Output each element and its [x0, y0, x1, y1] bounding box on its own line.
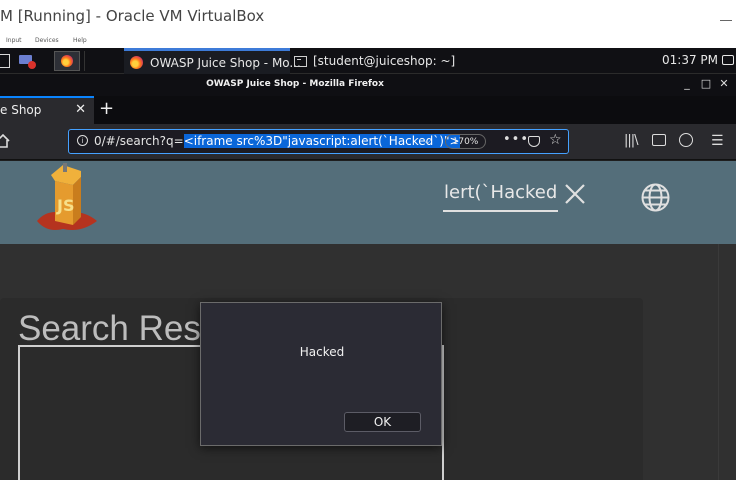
menu-help[interactable]: Help [73, 37, 87, 44]
search-query-text[interactable]: lert(`Hacked [444, 182, 557, 203]
url-bar[interactable]: i 0/#/search?q=<iframe src%3D"javascript… [68, 129, 569, 154]
firefox-titlebar: OWASP Juice Shop - Mozilla Firefox _ □ ✕ [0, 74, 736, 96]
vbox-window-title: M [Running] - Oracle VM VirtualBox [0, 7, 265, 25]
task-terminal[interactable]: [student@juiceshop: ~] [290, 48, 470, 74]
task-firefox-label: OWASP Juice Shop - Mo... [150, 55, 301, 70]
url-dropdown-icon[interactable]: ⌵ [423, 134, 431, 148]
language-globe-icon[interactable] [640, 182, 671, 213]
taskbar: OWASP Juice Shop - Mo... [student@juices… [0, 48, 736, 74]
account-icon[interactable] [679, 133, 693, 147]
firefox-window-title: OWASP Juice Shop - Mozilla Firefox [206, 79, 384, 89]
screen: M [Running] - Oracle VM VirtualBox Input… [0, 0, 736, 480]
firefox-launcher[interactable] [54, 51, 80, 71]
search-results-heading: Search Res [18, 309, 201, 348]
pocket-icon[interactable] [528, 136, 540, 147]
library-icon[interactable]: |||\ [624, 133, 638, 148]
search-underline [443, 210, 558, 212]
menu-input[interactable]: Input [6, 37, 22, 44]
alert-ok-button[interactable]: OK [344, 412, 421, 432]
sidebar-icon[interactable] [652, 134, 666, 146]
juice-shop-logo[interactable]: JS [33, 163, 101, 235]
menu-devices[interactable]: Devices [35, 37, 59, 44]
firefox-icon [130, 56, 143, 69]
svg-text:JS: JS [56, 196, 74, 215]
terminal-icon [294, 55, 307, 67]
window-minimize-button[interactable]: _ [680, 77, 694, 91]
taskbar-divider [84, 51, 85, 71]
tab-label: e Shop [0, 103, 42, 117]
url-prefix: 0/#/search?q= [94, 134, 184, 148]
menu-icon[interactable]: ☰ [711, 133, 724, 149]
url-input[interactable]: 0/#/search?q=<iframe src%3D"javascript:a… [94, 134, 460, 148]
window-close-button[interactable]: ✕ [717, 77, 731, 91]
site-info-icon[interactable]: i [77, 135, 88, 146]
vbox-titlebar: M [Running] - Oracle VM VirtualBox [0, 0, 736, 34]
tab-juice-shop[interactable]: e Shop ✕ [0, 96, 94, 124]
page-scrollbar[interactable] [718, 244, 736, 480]
alert-dialog: Hacked OK [200, 302, 442, 446]
alert-message: Hacked [299, 345, 345, 359]
screen-icon[interactable] [722, 55, 734, 65]
juice-shop-toolbar: JS lert(`Hacked [0, 161, 736, 244]
zoom-indicator[interactable]: 170% [445, 134, 486, 149]
url-selected-text: <iframe src%3D"javascript:alert(`Hacked`… [183, 134, 460, 148]
home-icon[interactable] [0, 133, 10, 148]
task-terminal-label: [student@juiceshop: ~] [313, 54, 456, 68]
tab-close-icon[interactable]: ✕ [75, 102, 86, 117]
show-desktop-icon[interactable] [0, 54, 10, 68]
tab-strip: e Shop ✕ + [0, 96, 736, 124]
search-close-icon[interactable] [562, 181, 588, 207]
firefox-icon [61, 55, 73, 67]
bookmark-star-icon[interactable]: ☆ [549, 132, 562, 148]
display-settings-icon[interactable] [17, 51, 37, 71]
new-tab-button[interactable]: + [99, 98, 114, 119]
window-maximize-button[interactable]: □ [699, 77, 713, 91]
vbox-menubar: Input Devices Help [0, 34, 736, 48]
clock[interactable]: 01:37 PM [662, 53, 718, 67]
page-actions-icon[interactable]: ••• [503, 132, 529, 147]
navigation-toolbar: i 0/#/search?q=<iframe src%3D"javascript… [0, 124, 736, 160]
minimize-button[interactable] [720, 7, 732, 21]
task-firefox[interactable]: OWASP Juice Shop - Mo... [124, 48, 301, 74]
